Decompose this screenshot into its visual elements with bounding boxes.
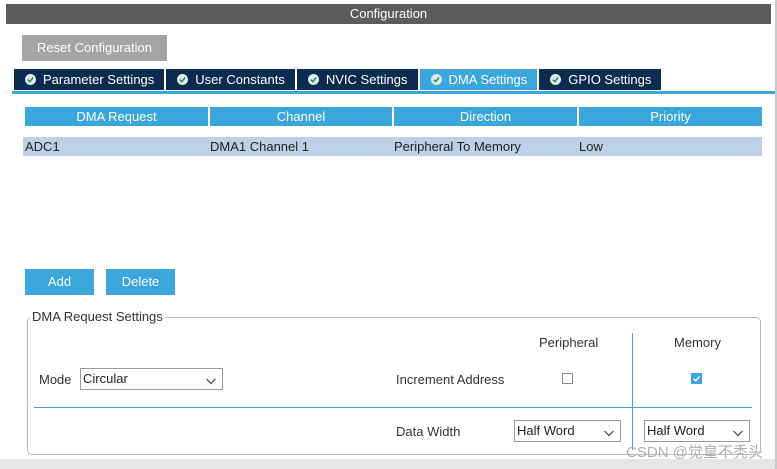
tab-underline — [12, 91, 775, 94]
tab-dma-settings[interactable]: DMA Settings — [419, 69, 538, 90]
tab-label: NVIC Settings — [325, 72, 408, 87]
mode-label: Mode — [39, 372, 72, 387]
memory-data-width-value: Half Word — [647, 423, 705, 438]
check-circle-icon — [430, 74, 442, 85]
memory-data-width-select[interactable]: Half Word — [644, 420, 750, 442]
tab-user-constants[interactable]: User Constants — [166, 69, 295, 90]
chevron-down-icon — [205, 373, 217, 393]
column-header-dma-request[interactable]: DMA Request — [25, 107, 208, 126]
group-legend: DMA Request Settings — [30, 309, 165, 324]
settings-tabs: Parameter Settings User Constants NVIC S… — [14, 69, 663, 91]
column-divider — [632, 333, 633, 450]
window-title: Configuration — [6, 4, 771, 24]
column-header-priority[interactable]: Priority — [579, 107, 762, 126]
peripheral-increment-checkbox[interactable] — [562, 373, 573, 384]
add-button[interactable]: Add — [25, 269, 94, 295]
mode-value: Circular — [83, 371, 128, 386]
data-width-label: Data Width — [396, 424, 461, 439]
tab-label: Parameter Settings — [43, 72, 155, 87]
table-row[interactable] — [23, 137, 762, 156]
tab-parameter-settings[interactable]: Parameter Settings — [14, 69, 165, 90]
reset-configuration-button[interactable]: Reset Configuration — [22, 35, 167, 61]
memory-increment-checkbox[interactable] — [691, 373, 702, 384]
column-header-direction[interactable]: Direction — [394, 107, 577, 126]
checkmark-icon — [693, 375, 701, 382]
check-circle-icon — [177, 74, 189, 85]
cell-priority: Low — [579, 139, 603, 154]
check-circle-icon — [550, 74, 562, 85]
cell-direction: Peripheral To Memory — [394, 139, 521, 154]
tab-nvic-settings[interactable]: NVIC Settings — [296, 69, 418, 90]
chevron-down-icon — [603, 425, 615, 445]
cell-channel: DMA1 Channel 1 — [210, 139, 309, 154]
bottom-edge — [0, 459, 777, 469]
check-circle-icon — [307, 74, 319, 85]
memory-column-header: Memory — [674, 335, 721, 350]
delete-button[interactable]: Delete — [106, 269, 175, 295]
tab-label: User Constants — [195, 72, 285, 87]
peripheral-data-width-value: Half Word — [517, 423, 575, 438]
row-divider — [34, 407, 752, 408]
peripheral-column-header: Peripheral — [539, 335, 599, 350]
tab-gpio-settings[interactable]: GPIO Settings — [539, 69, 662, 90]
tab-label: GPIO Settings — [568, 72, 652, 87]
tab-label: DMA Settings — [448, 72, 528, 87]
mode-select[interactable]: Circular — [80, 368, 223, 390]
column-header-channel[interactable]: Channel — [210, 107, 392, 126]
peripheral-data-width-select[interactable]: Half Word — [514, 420, 621, 442]
check-circle-icon — [25, 74, 36, 85]
increment-address-label: Increment Address — [396, 372, 505, 387]
cell-dma-request: ADC1 — [25, 139, 60, 154]
